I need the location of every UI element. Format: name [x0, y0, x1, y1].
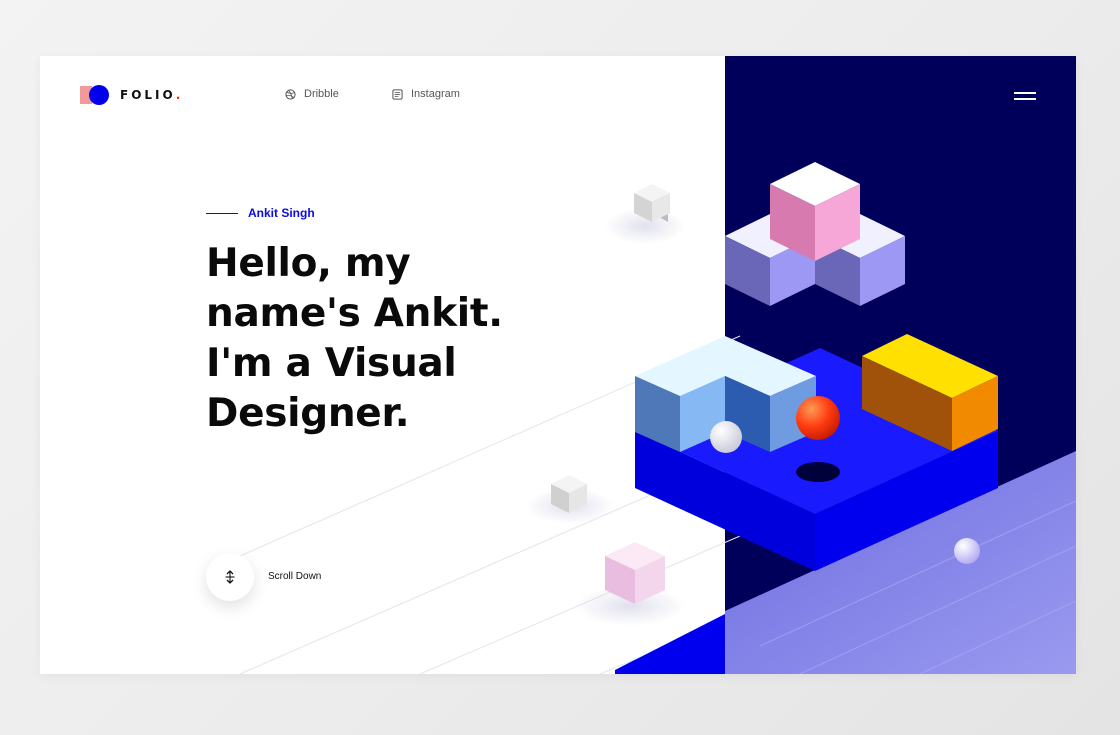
nav-label-dribbble: Dribble: [304, 88, 339, 100]
instagram-icon: [392, 88, 403, 100]
brand-logo[interactable]: FOLIO .: [80, 85, 180, 105]
headline-line-2: name's Ankit.: [206, 291, 503, 336]
cube-stack-top: [725, 162, 905, 306]
isometric-illustration: [239, 162, 1076, 674]
author-eyebrow: Ankit Singh: [206, 206, 315, 220]
eyebrow-line: [206, 212, 238, 214]
lavender-ball: [954, 538, 980, 564]
headline-line-3: I'm a Visual: [206, 341, 457, 386]
headline-line-4: Designer.: [206, 391, 410, 436]
brand-dot: .: [175, 88, 181, 102]
brand-name: FOLIO: [120, 88, 176, 102]
landing-card: FOLIO . Dribble Instagram Ankit Singh He…: [40, 56, 1076, 674]
hamburger-menu-icon[interactable]: [1002, 86, 1036, 106]
scroll-arrows-icon: [225, 570, 235, 584]
scroll-down-button[interactable]: [206, 553, 254, 601]
headline-line-1: Hello, my: [206, 241, 411, 286]
nav-link-dribbble[interactable]: Dribble: [285, 88, 339, 100]
author-name: Ankit Singh: [248, 206, 315, 220]
nav-link-instagram[interactable]: Instagram: [392, 88, 460, 100]
nav-label-instagram: Instagram: [411, 88, 460, 100]
white-ball: [710, 421, 742, 453]
red-ball: [796, 396, 840, 440]
hero-headline: Hello, my name's Ankit. I'm a Visual Des…: [206, 239, 546, 439]
logo-mark-icon: [80, 85, 110, 105]
scroll-down-label: Scroll Down: [268, 571, 322, 582]
dribbble-icon: [285, 88, 296, 100]
